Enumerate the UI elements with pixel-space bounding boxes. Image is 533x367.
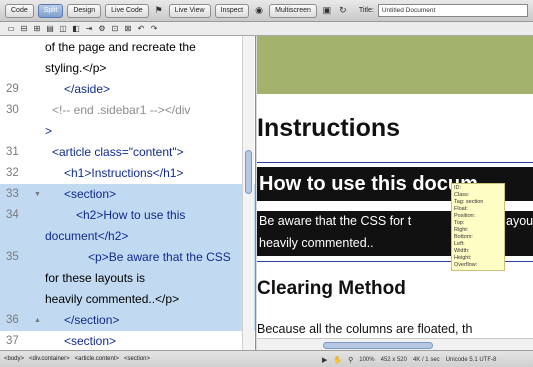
status-info: ▶ ✋ ⚲ 100% 452 x 520 4K / 1 sec Unicode … bbox=[322, 356, 496, 364]
download-size: 4K / 1 sec bbox=[412, 357, 440, 363]
status-bar: <body> <div.container> <article.content>… bbox=[0, 350, 533, 367]
code-line[interactable]: 32 <h1>Instructions</h1> bbox=[0, 163, 255, 184]
zoom-level[interactable]: 100% bbox=[359, 357, 374, 363]
design-view-panel[interactable]: Instructions How to use this docum Be aw… bbox=[257, 36, 533, 350]
tag-selector-section[interactable]: <section> bbox=[124, 356, 150, 362]
select-parent-tag-icon[interactable]: ◫ bbox=[58, 24, 68, 33]
code-line[interactable]: > bbox=[0, 121, 255, 142]
code-vertical-scrollbar[interactable] bbox=[242, 36, 254, 350]
document-title-input[interactable] bbox=[377, 4, 528, 17]
coding-toolbar: ▭ ⊟ ⊞ ▤ ◫ ◧ ⇥ ⚙ ⊡ ⊠ ↶ ↷ bbox=[0, 22, 533, 36]
live-view-button[interactable]: Live View bbox=[168, 3, 211, 18]
line-numbers-icon[interactable]: ⇥ bbox=[84, 24, 94, 33]
tag-selector-container[interactable]: <div.container> bbox=[29, 356, 70, 362]
code-view-button[interactable]: Code bbox=[5, 3, 34, 18]
code-line[interactable]: 37 <section> bbox=[0, 331, 255, 350]
code-line-selected[interactable]: for these layouts is bbox=[0, 268, 255, 289]
code-line[interactable]: 31 <article class="content"> bbox=[0, 142, 255, 163]
fold-collapse-icon[interactable]: ▼ bbox=[34, 184, 41, 205]
apply-comment-icon[interactable]: ⊡ bbox=[110, 24, 120, 33]
code-scroll-thumb[interactable] bbox=[245, 150, 252, 194]
design-heading-clearing[interactable]: Clearing Method bbox=[257, 278, 406, 300]
design-horizontal-scrollbar[interactable] bbox=[257, 338, 533, 350]
tag-selector-body[interactable]: <body> bbox=[4, 356, 24, 362]
fold-end-icon[interactable]: ▲ bbox=[34, 310, 41, 331]
inspect-button[interactable]: Inspect bbox=[214, 3, 250, 18]
code-line[interactable]: 30 <!-- end .sidebar1 --></div bbox=[0, 100, 255, 121]
split-view-button[interactable]: Split bbox=[37, 3, 64, 18]
collapse-tag-icon[interactable]: ⊟ bbox=[19, 24, 29, 33]
element-inspector-tooltip: ID: Class: Tag: section Float: Position:… bbox=[451, 183, 505, 271]
paragraph-line: Be aware that the CSS for t bbox=[259, 214, 412, 228]
design-heading-instructions[interactable]: Instructions bbox=[257, 114, 400, 143]
check-browser-icon[interactable]: ⚑ bbox=[153, 5, 165, 16]
multiscreen-button[interactable]: Multiscreen bbox=[269, 3, 317, 18]
header-band bbox=[257, 36, 533, 94]
code-line-selected[interactable]: heavily commented..</p> bbox=[0, 289, 255, 310]
code-line[interactable]: styling.</p> bbox=[0, 58, 255, 79]
zoom-tool-icon[interactable]: ⚲ bbox=[348, 356, 353, 364]
balance-braces-icon[interactable]: ◧ bbox=[71, 24, 81, 33]
code-line[interactable]: 29 </aside> bbox=[0, 79, 255, 100]
mouse-pointer-icon: ↖ bbox=[450, 166, 459, 177]
code-line-selected[interactable]: 33 ▼ <section> bbox=[0, 184, 255, 205]
code-line-selected[interactable]: 34 <h2>How to use this bbox=[0, 205, 255, 226]
code-view-panel[interactable]: of the page and recreate the styling.</p… bbox=[0, 36, 256, 350]
expand-all-icon[interactable]: ▤ bbox=[45, 24, 55, 33]
undo-icon[interactable]: ↶ bbox=[136, 24, 146, 33]
visual-aids-icon[interactable]: ▣ bbox=[321, 5, 333, 16]
live-code-button[interactable]: Live Code bbox=[105, 3, 149, 18]
design-paragraph-because[interactable]: Because all the columns are floated, th bbox=[257, 322, 472, 336]
refresh-icon[interactable]: ↻ bbox=[337, 5, 349, 16]
select-tool-icon[interactable]: ▶ bbox=[322, 356, 327, 364]
remove-comment-icon[interactable]: ⊠ bbox=[123, 24, 133, 33]
open-documents-icon[interactable]: ▭ bbox=[6, 24, 16, 33]
collapse-selection-icon[interactable]: ⊞ bbox=[32, 24, 42, 33]
paragraph-line-tail: ayout bbox=[506, 214, 533, 228]
document-toolbar: Code Split Design Live Code ⚑ Live View … bbox=[0, 0, 533, 22]
code-line-selected[interactable]: 36 ▲ </section> bbox=[0, 310, 255, 331]
design-scroll-thumb[interactable] bbox=[323, 342, 433, 349]
highlight-invalid-icon[interactable]: ⚙ bbox=[97, 24, 107, 33]
window-size[interactable]: 452 x 520 bbox=[381, 357, 407, 363]
design-view-button[interactable]: Design bbox=[67, 3, 102, 18]
code-line-selected[interactable]: 35 <p>Be aware that the CSS bbox=[0, 247, 255, 268]
code-line[interactable]: of the page and recreate the bbox=[0, 37, 255, 58]
redo-icon[interactable]: ↷ bbox=[149, 24, 159, 33]
hand-tool-icon[interactable]: ✋ bbox=[333, 356, 342, 364]
preview-globe-icon[interactable]: ◉ bbox=[253, 5, 265, 16]
tag-selector-article[interactable]: <article.content> bbox=[75, 356, 119, 362]
title-label: Title: bbox=[358, 7, 374, 14]
paragraph-line: heavily commented.. bbox=[259, 236, 374, 250]
code-line-selected[interactable]: document</h2> bbox=[0, 226, 255, 247]
encoding-label: Unicode 5.1 UTF-8 bbox=[445, 357, 497, 363]
